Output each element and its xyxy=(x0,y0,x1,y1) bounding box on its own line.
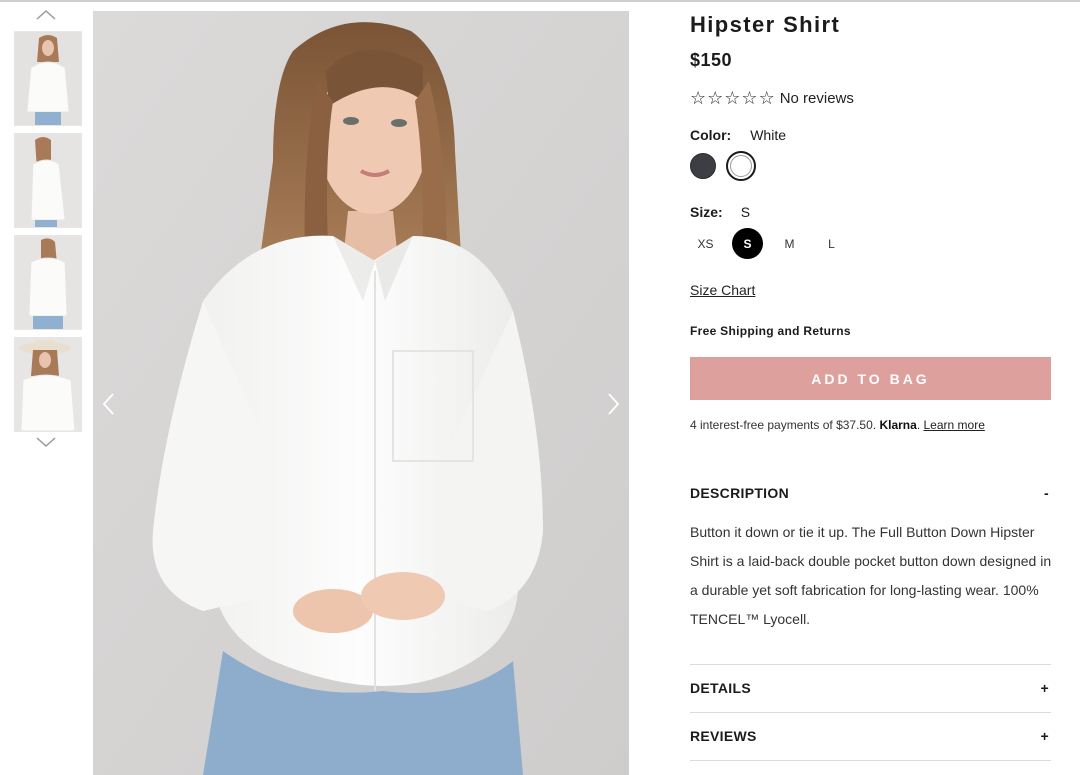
size-option-l[interactable]: L xyxy=(816,228,847,259)
color-swatch-charcoal[interactable] xyxy=(690,153,716,179)
accordion-divider xyxy=(690,760,1051,761)
thumbnail-scroll-down-icon[interactable] xyxy=(34,435,58,449)
accordion-divider xyxy=(690,712,1051,713)
klarna-payment-note: 4 interest-free payments of $37.50. Klar… xyxy=(690,418,985,432)
klarna-learn-more-link[interactable]: Learn more xyxy=(924,418,985,432)
klarna-logo: Klarna xyxy=(879,418,917,432)
size-option-m[interactable]: M xyxy=(774,228,805,259)
star-rating: ☆ ☆ ☆ ☆ ☆ xyxy=(690,89,775,107)
selected-color-value: White xyxy=(750,127,787,143)
size-option-xs[interactable]: XS xyxy=(690,228,721,259)
reviews-accordion-header[interactable]: REVIEWS + xyxy=(690,728,1051,744)
add-to-bag-button[interactable]: ADD TO BAG xyxy=(690,357,1051,400)
color-swatch-white[interactable] xyxy=(726,151,756,181)
selected-size-value: S xyxy=(740,204,751,220)
star-outline-icon: ☆ xyxy=(690,88,707,108)
rating-summary[interactable]: ☆ ☆ ☆ ☆ ☆ No reviews xyxy=(690,89,854,107)
thumbnail-hat[interactable] xyxy=(14,337,82,432)
top-divider xyxy=(0,0,1080,2)
details-title: DETAILS xyxy=(690,680,751,696)
color-swatches xyxy=(690,151,756,181)
klarna-brand-suffix: . xyxy=(916,418,921,432)
details-accordion-header[interactable]: DETAILS + xyxy=(690,680,1051,696)
expand-plus-icon[interactable]: + xyxy=(1041,680,1051,696)
star-outline-icon: ☆ xyxy=(707,88,724,108)
collapse-minus-icon[interactable]: - xyxy=(1044,485,1051,501)
size-chart-link[interactable]: Size Chart xyxy=(690,282,755,298)
thumbnail-list xyxy=(14,31,82,439)
size-options: XS S M L xyxy=(690,228,847,259)
description-accordion-header[interactable]: DESCRIPTION - xyxy=(690,485,1051,501)
size-label: Size: xyxy=(690,204,723,220)
star-outline-icon: ☆ xyxy=(758,88,775,108)
size-selector-label: Size: S xyxy=(690,204,750,220)
prev-image-chevron-left-icon[interactable] xyxy=(99,391,119,417)
free-shipping-note: Free Shipping and Returns xyxy=(690,324,851,338)
klarna-installment-text: 4 interest-free payments of $37.50. xyxy=(690,418,877,432)
accordion-divider xyxy=(690,664,1051,665)
model-photo xyxy=(93,11,629,775)
expand-plus-icon[interactable]: + xyxy=(1041,728,1051,744)
star-outline-icon: ☆ xyxy=(724,88,741,108)
color-label: Color: xyxy=(690,127,732,143)
color-selector-label: Color: White xyxy=(690,127,786,143)
product-title: Hipster Shirt xyxy=(690,12,841,37)
next-image-chevron-right-icon[interactable] xyxy=(603,391,623,417)
product-price: $150 xyxy=(690,50,733,70)
star-outline-icon: ☆ xyxy=(741,88,758,108)
description-body: Button it down or tie it up. The Full Bu… xyxy=(690,524,1052,627)
size-option-s[interactable]: S xyxy=(732,228,763,259)
thumbnail-scroll-up-icon[interactable] xyxy=(34,8,58,22)
reviews-count-text: No reviews xyxy=(779,89,854,107)
main-product-image xyxy=(93,11,629,775)
thumbnail-front[interactable] xyxy=(14,31,82,126)
thumbnail-side[interactable] xyxy=(14,133,82,228)
description-title: DESCRIPTION xyxy=(690,485,789,501)
reviews-title: REVIEWS xyxy=(690,728,757,744)
thumbnail-back[interactable] xyxy=(14,235,82,330)
